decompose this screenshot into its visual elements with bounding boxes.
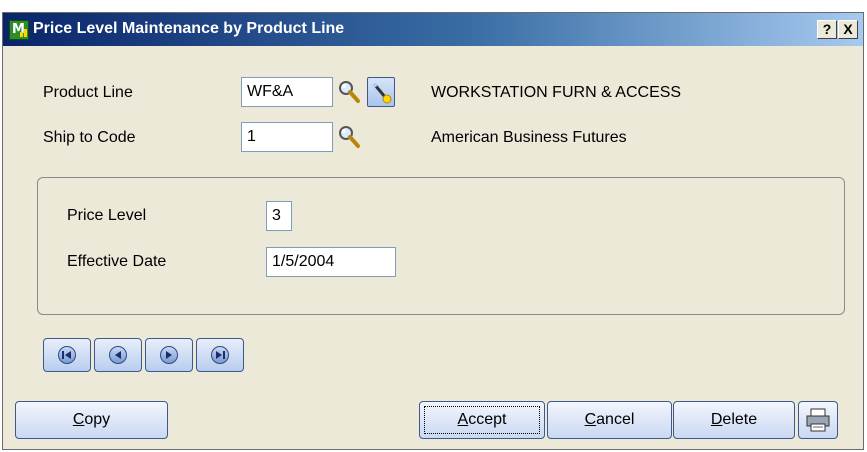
delete-button[interactable]: Delete	[673, 401, 795, 439]
previous-record-icon	[115, 351, 121, 359]
product-line-label: Product Line	[43, 84, 133, 101]
price-level-label: Price Level	[67, 207, 147, 224]
ship-to-code-input[interactable]: 1	[241, 122, 333, 152]
accept-button[interactable]: Accept	[419, 401, 545, 439]
printer-icon	[806, 408, 830, 432]
delete-button-label: elete	[722, 411, 758, 428]
last-record-icon	[216, 351, 225, 359]
help-button[interactable]: ?	[817, 20, 837, 39]
last-record-button[interactable]	[196, 338, 244, 372]
effective-date-input[interactable]: 1/5/2004	[266, 247, 396, 277]
first-record-button[interactable]	[43, 338, 91, 372]
product-line-lookup-magnifier-icon[interactable]	[337, 79, 361, 105]
window-title: Price Level Maintenance by Product Line	[33, 20, 345, 37]
copy-button[interactable]: Copy	[15, 401, 168, 439]
price-level-input[interactable]: 3	[266, 201, 292, 231]
price-level-maintenance-window: M Price Level Maintenance by Product Lin…	[2, 12, 864, 450]
close-button[interactable]: X	[838, 20, 858, 39]
cancel-button-label: ancel	[596, 411, 635, 428]
ship-to-code-label: Ship to Code	[43, 129, 136, 146]
magic-wand-icon	[373, 83, 392, 104]
product-line-wizard-button[interactable]	[367, 77, 395, 107]
delete-button-mnemonic: D	[710, 411, 723, 428]
print-button[interactable]	[798, 401, 838, 439]
ship-to-code-description: American Business Futures	[431, 129, 627, 146]
product-line-input[interactable]: WF&A	[241, 77, 333, 107]
previous-record-button[interactable]	[94, 338, 142, 372]
next-record-button[interactable]	[145, 338, 193, 372]
product-line-description: WORKSTATION FURN & ACCESS	[431, 84, 682, 101]
ship-to-code-lookup-magnifier-icon[interactable]	[337, 124, 361, 150]
price-level-groupbox	[37, 177, 845, 315]
app-icon: M	[9, 20, 29, 40]
effective-date-label: Effective Date	[67, 253, 167, 270]
title-bar: M Price Level Maintenance by Product Lin…	[3, 13, 863, 46]
cancel-button-mnemonic: C	[584, 411, 597, 428]
first-record-icon	[62, 351, 71, 359]
copy-button-label: opy	[84, 411, 111, 428]
cancel-button[interactable]: Cancel	[547, 401, 672, 439]
next-record-icon	[166, 351, 172, 359]
copy-button-mnemonic: C	[72, 411, 85, 428]
